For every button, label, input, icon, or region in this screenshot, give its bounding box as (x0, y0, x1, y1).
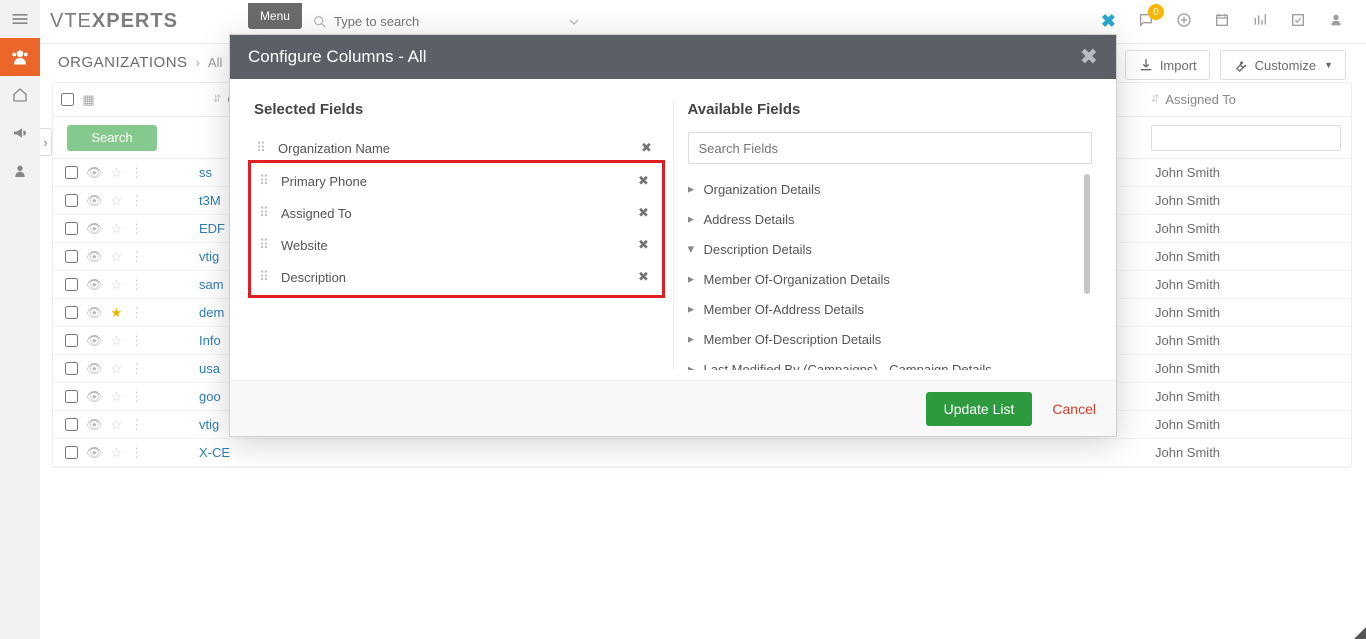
remove-field-icon[interactable]: ✖ (632, 205, 656, 221)
available-field-group[interactable]: ▸ Address Details (688, 204, 1079, 234)
page-resize-corner (1354, 627, 1366, 639)
caret-down-icon: ▾ (688, 241, 698, 257)
selected-field-label: Primary Phone (281, 174, 367, 189)
caret-right-icon: ▸ (688, 361, 698, 370)
selected-field-label: Organization Name (278, 141, 390, 156)
drag-handle-icon[interactable]: ⠿ (257, 269, 271, 285)
drag-handle-icon[interactable]: ⠿ (257, 237, 271, 253)
available-fields-column: Available Fields ▸ Organization Details ▸ A… (674, 101, 1107, 370)
drag-handle-icon[interactable]: ⠿ (257, 205, 271, 221)
remove-field-icon[interactable]: ✖ (632, 173, 656, 189)
selected-fields-column: Selected Fields ⠿ Organization Name ✖ ⠿ P… (240, 101, 674, 370)
update-list-button[interactable]: Update List (926, 392, 1033, 426)
selected-field-label: Website (281, 238, 328, 253)
available-field-group[interactable]: ▸ Member Of-Address Details (688, 294, 1079, 324)
selected-field-item[interactable]: ⠿ Assigned To ✖ (257, 197, 656, 229)
modal-header: Configure Columns - All ✖ (230, 35, 1116, 79)
available-field-label: Last Modified By (Campaigns) - Campaign … (704, 362, 992, 371)
selected-field-item[interactable]: ⠿ Description ✖ (257, 261, 656, 293)
drag-handle-icon[interactable]: ⠿ (254, 140, 268, 156)
available-field-label: Description Details (704, 242, 812, 257)
available-fields-heading: Available Fields (688, 101, 1093, 118)
close-icon[interactable]: ✖ (1080, 44, 1098, 70)
drag-handle-icon[interactable]: ⠿ (257, 173, 271, 189)
available-field-group[interactable]: ▸ Member Of-Description Details (688, 324, 1079, 354)
search-fields-input[interactable] (688, 132, 1093, 164)
available-field-group[interactable]: ▸ Member Of-Organization Details (688, 264, 1079, 294)
available-field-label: Address Details (704, 212, 795, 227)
caret-right-icon: ▸ (688, 181, 698, 197)
selected-field-label: Description (281, 270, 346, 285)
remove-field-icon[interactable]: ✖ (635, 140, 659, 156)
selected-fields-heading: Selected Fields (254, 101, 659, 118)
configure-columns-modal: Configure Columns - All ✖ Selected Field… (229, 34, 1117, 437)
available-field-group[interactable]: ▸ Last Modified By (Campaigns) - Campaign… (688, 354, 1079, 370)
caret-right-icon: ▸ (688, 331, 698, 347)
available-field-label: Member Of-Address Details (704, 302, 864, 317)
selected-field-label: Assigned To (281, 206, 352, 221)
caret-right-icon: ▸ (688, 301, 698, 317)
remove-field-icon[interactable]: ✖ (632, 237, 656, 253)
available-fields-list[interactable]: ▸ Organization Details ▸ Address Details ▾ De… (688, 174, 1093, 370)
modal-footer: Update List Cancel (230, 380, 1116, 436)
selected-field-item[interactable]: ⠿ Primary Phone ✖ (257, 165, 656, 197)
available-field-label: Member Of-Organization Details (704, 272, 890, 287)
available-field-label: Organization Details (704, 182, 821, 197)
available-field-label: Member Of-Description Details (704, 332, 882, 347)
available-field-group[interactable]: ▸ Organization Details (688, 174, 1079, 204)
available-field-group[interactable]: ▾ Description Details (688, 234, 1079, 264)
caret-right-icon: ▸ (688, 211, 698, 227)
annotation-highlight: ⠿Primary Phone✖ ⠿Assigned To✖ ⠿Website✖ … (248, 160, 665, 298)
remove-field-icon[interactable]: ✖ (632, 269, 656, 285)
modal-title: Configure Columns - All (248, 47, 427, 67)
cancel-button[interactable]: Cancel (1052, 401, 1096, 417)
selected-field-item[interactable]: ⠿ Website ✖ (257, 229, 656, 261)
caret-right-icon: ▸ (688, 271, 698, 287)
